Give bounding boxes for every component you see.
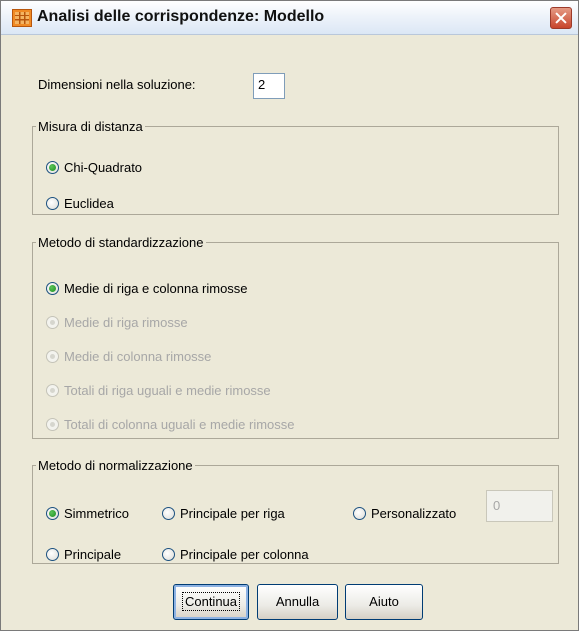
- radio-chi-square[interactable]: Chi-Quadrato: [46, 160, 142, 175]
- radio-disabled-icon: [46, 384, 59, 397]
- spss-table-icon: [12, 9, 32, 27]
- radio-custom[interactable]: Personalizzato: [353, 506, 456, 521]
- radio-label: Simmetrico: [64, 506, 130, 521]
- radio-label: Medie di riga e colonna rimosse: [64, 281, 248, 296]
- radio-label: Medie di riga rimosse: [64, 315, 188, 330]
- distance-measure-group: Misura di distanza Chi-Quadrato Euclidea: [32, 119, 559, 215]
- radio-unchecked-icon: [162, 507, 175, 520]
- radio-col-means[interactable]: Medie di colonna rimosse: [46, 349, 211, 364]
- radio-disabled-icon: [46, 316, 59, 329]
- radio-label: Medie di colonna rimosse: [64, 349, 212, 364]
- dimensions-input[interactable]: 2: [253, 73, 285, 99]
- custom-normalization-input[interactable]: 0: [486, 490, 553, 522]
- radio-row-totals[interactable]: Totali di riga uguali e medie rimosse: [46, 383, 271, 398]
- normalization-method-group: Metodo di normalizzazione Simmetrico Pri…: [32, 458, 559, 564]
- title-bar[interactable]: Analisi delle corrispondenze: Modello: [1, 1, 578, 35]
- dimensions-label: Dimensioni nella soluzione:: [38, 77, 196, 92]
- radio-unchecked-icon: [353, 507, 366, 520]
- radio-label: Chi-Quadrato: [64, 160, 143, 175]
- radio-principal-col[interactable]: Principale per colonna: [162, 547, 309, 562]
- standardization-method-legend: Metodo di standardizzazione: [38, 235, 204, 250]
- radio-disabled-icon: [46, 350, 59, 363]
- radio-disabled-icon: [46, 418, 59, 431]
- radio-label: Principale per riga: [180, 506, 285, 521]
- radio-checked-icon: [46, 507, 59, 520]
- radio-row-means[interactable]: Medie di riga rimosse: [46, 315, 188, 330]
- radio-label: Personalizzato: [371, 506, 457, 521]
- continue-button-label: Continua: [181, 592, 241, 611]
- radio-unchecked-icon: [46, 548, 59, 561]
- radio-label: Totali di colonna uguali e medie rimosse: [64, 417, 295, 432]
- close-button[interactable]: [550, 7, 572, 29]
- cancel-button[interactable]: Annulla: [257, 584, 338, 620]
- radio-label: Totali di riga uguali e medie rimosse: [64, 383, 271, 398]
- normalization-method-legend: Metodo di normalizzazione: [38, 458, 193, 473]
- radio-checked-icon: [46, 161, 59, 174]
- radio-label: Euclidea: [64, 196, 114, 211]
- radio-symmetric[interactable]: Simmetrico: [46, 506, 129, 521]
- radio-euclidean[interactable]: Euclidea: [46, 196, 114, 211]
- window-title: Analisi delle corrispondenze: Modello: [37, 8, 325, 25]
- standardization-method-group: Metodo di standardizzazione Medie di rig…: [32, 235, 559, 439]
- distance-measure-legend: Misura di distanza: [38, 119, 143, 134]
- radio-unchecked-icon: [46, 197, 59, 210]
- radio-unchecked-icon: [162, 548, 175, 561]
- radio-principal[interactable]: Principale: [46, 547, 121, 562]
- radio-label: Principale: [64, 547, 122, 562]
- radio-col-totals[interactable]: Totali di colonna uguali e medie rimosse: [46, 417, 295, 432]
- radio-principal-row[interactable]: Principale per riga: [162, 506, 285, 521]
- radio-row-col-means[interactable]: Medie di riga e colonna rimosse: [46, 281, 248, 296]
- help-button[interactable]: Aiuto: [345, 584, 423, 620]
- radio-label: Principale per colonna: [180, 547, 309, 562]
- continue-button[interactable]: Continua: [173, 584, 249, 620]
- radio-checked-icon: [46, 282, 59, 295]
- dialog-window: Analisi delle corrispondenze: Modello Di…: [0, 0, 579, 631]
